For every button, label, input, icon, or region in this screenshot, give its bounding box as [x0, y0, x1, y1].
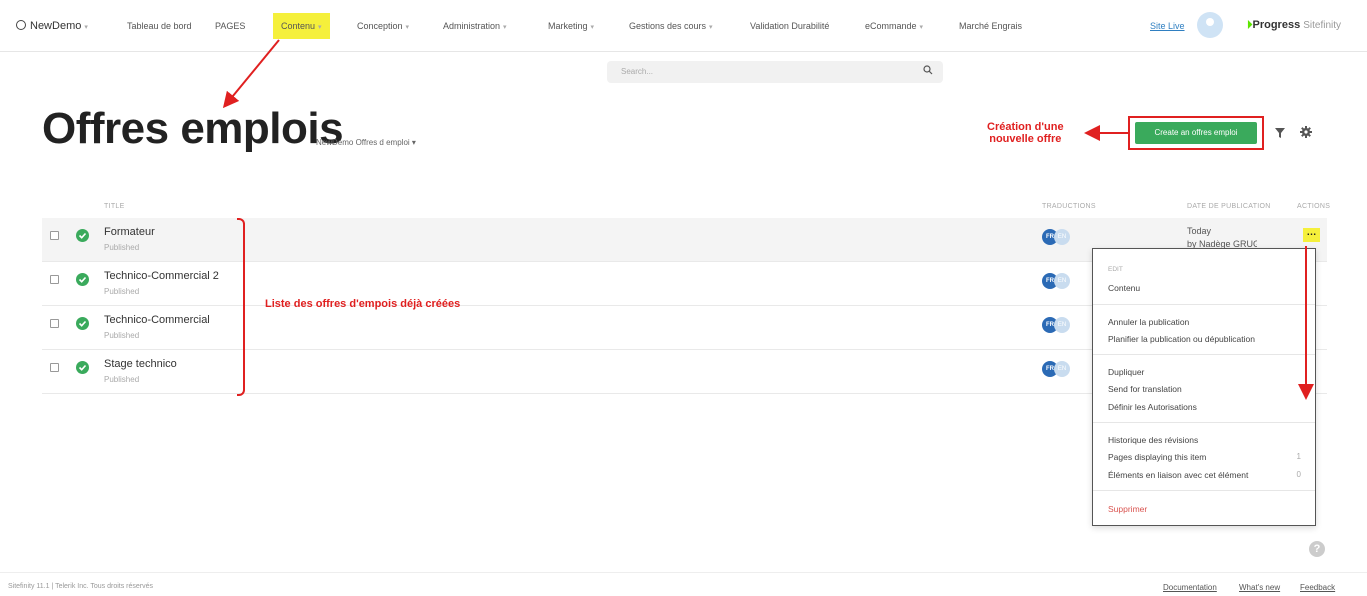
- actions-dropdown-menu: EDIT Contenu Annuler la publication Plan…: [1092, 248, 1316, 526]
- row-checkbox[interactable]: [50, 363, 59, 372]
- create-button-highlight: Create an offres emploi: [1128, 116, 1264, 150]
- site-live-link[interactable]: Site Live: [1150, 0, 1185, 52]
- published-check-icon: [76, 229, 89, 242]
- column-header-actions: ACTIONS: [1297, 203, 1331, 210]
- item-title-link[interactable]: Technico-Commercial 2: [104, 270, 219, 282]
- footer-link-whats-new[interactable]: What's new: [1239, 583, 1280, 592]
- nav-item-courses[interactable]: Gestions des cours ▾: [629, 0, 713, 52]
- footer: Sitefinity 11.1 | Telerik Inc. Tous droi…: [0, 572, 1367, 596]
- menu-item-duplicate[interactable]: Dupliquer: [1108, 367, 1144, 377]
- translation-en-badge[interactable]: EN: [1054, 317, 1070, 333]
- menu-divider: [1093, 354, 1315, 355]
- translation-en-badge[interactable]: EN: [1054, 361, 1070, 377]
- item-title-link[interactable]: Technico-Commercial: [104, 314, 210, 326]
- help-icon[interactable]: ?: [1309, 541, 1325, 557]
- chevron-down-icon: ▾: [84, 24, 88, 31]
- search-icon: [923, 65, 933, 75]
- chevron-down-icon: ▾: [503, 24, 507, 31]
- item-status: Published: [104, 243, 140, 252]
- nav-item-pages[interactable]: PAGES: [215, 0, 245, 52]
- footer-link-documentation[interactable]: Documentation: [1163, 583, 1217, 592]
- related-count: 0: [1296, 470, 1301, 479]
- item-status: Published: [104, 331, 140, 340]
- module-selector-label: NewDemo Offres d emploi: [316, 138, 410, 147]
- nav-item-ecommerce-label: eCommande: [865, 21, 917, 31]
- menu-item-send-translation[interactable]: Send for translation: [1108, 384, 1182, 394]
- list-bracket-annotation: [237, 218, 245, 396]
- column-header-title[interactable]: TITLE: [104, 203, 125, 210]
- menu-item-pages-displaying[interactable]: Pages displaying this item: [1108, 452, 1206, 462]
- chevron-down-icon: ▾: [709, 24, 713, 31]
- item-title-link[interactable]: Formateur: [104, 226, 155, 238]
- menu-divider: [1093, 490, 1315, 491]
- nav-item-marketing-label: Marketing: [548, 21, 588, 31]
- menu-item-related[interactable]: Éléments en liaison avec cet élément: [1108, 470, 1248, 480]
- menu-divider: [1093, 422, 1315, 423]
- published-check-icon: [76, 361, 89, 374]
- nav-item-content[interactable]: Contenu ▾: [273, 13, 330, 39]
- page-title: Offres emplois: [42, 104, 344, 153]
- menu-header-edit: EDIT: [1108, 266, 1123, 273]
- menu-item-history[interactable]: Historique des révisions: [1108, 435, 1198, 445]
- nav-item-marketing[interactable]: Marketing ▾: [548, 0, 594, 52]
- nav-item-dashboard[interactable]: Tableau de bord: [127, 0, 192, 52]
- nav-item-design[interactable]: Conception ▾: [357, 0, 409, 52]
- footer-link-feedback[interactable]: Feedback: [1300, 583, 1335, 592]
- translation-en-badge[interactable]: EN: [1054, 229, 1070, 245]
- publication-date: Today: [1187, 226, 1212, 236]
- list-annotation: Liste des offres d'empois déjà créées: [265, 298, 461, 310]
- filter-icon[interactable]: [1275, 128, 1285, 138]
- search-placeholder: Search...: [621, 67, 654, 76]
- menu-item-delete[interactable]: Supprimer: [1108, 504, 1147, 514]
- column-header-date[interactable]: DATE DE PUBLICATION: [1187, 203, 1271, 210]
- create-offer-button[interactable]: Create an offres emploi: [1135, 122, 1257, 144]
- module-selector[interactable]: NewDemo Offres d emploi ▾: [316, 138, 416, 147]
- globe-icon: [16, 20, 26, 30]
- menu-item-unpublish[interactable]: Annuler la publication: [1108, 317, 1189, 327]
- chevron-down-icon: ▾: [590, 24, 595, 31]
- create-annotation: Création d'une nouvelle offre: [987, 121, 1064, 145]
- top-navigation: NewDemo ▾ Tableau de bord PAGES Contenu ▾ …: [0, 0, 1367, 52]
- chevron-down-icon: ▾: [919, 24, 924, 31]
- logo-label: Progress: [1252, 19, 1301, 31]
- footer-copyright: Sitefinity 11.1 | Telerik Inc. Tous droi…: [8, 583, 153, 590]
- nav-item-ecommerce[interactable]: eCommande ▾: [865, 0, 923, 52]
- nav-item-administration[interactable]: Administration ▾: [443, 0, 507, 52]
- menu-item-schedule[interactable]: Planifier la publication ou dépublicatio…: [1108, 334, 1255, 344]
- row-checkbox[interactable]: [50, 275, 59, 284]
- row-checkbox[interactable]: [50, 231, 59, 240]
- logo-suffix: Sitefinity: [1303, 20, 1342, 31]
- brand-label: NewDemo: [30, 20, 82, 32]
- menu-divider: [1093, 304, 1315, 305]
- user-avatar[interactable]: [1197, 12, 1223, 38]
- item-status: Published: [104, 375, 140, 384]
- row-checkbox[interactable]: [50, 319, 59, 328]
- published-check-icon: [76, 317, 89, 330]
- menu-item-content[interactable]: Contenu: [1108, 283, 1140, 293]
- search-input[interactable]: Search...: [607, 61, 943, 83]
- actions-menu-button[interactable]: …: [1303, 228, 1320, 242]
- create-annotation-line1: Création d'une: [987, 121, 1064, 133]
- chevron-down-icon: ▾: [411, 138, 416, 147]
- nav-item-courses-label: Gestions des cours: [629, 21, 707, 31]
- translation-en-badge[interactable]: EN: [1054, 273, 1070, 289]
- menu-item-permissions[interactable]: Définir les Autorisations: [1108, 402, 1197, 412]
- nav-item-content-label: Contenu: [281, 21, 316, 31]
- chevron-down-icon: ▾: [318, 24, 322, 31]
- site-selector[interactable]: NewDemo ▾: [16, 0, 88, 52]
- published-check-icon: [76, 273, 89, 286]
- nav-item-fertilizer[interactable]: Marché Engrais: [959, 0, 1022, 52]
- nav-item-administration-label: Administration: [443, 21, 501, 31]
- nav-item-design-label: Conception: [357, 21, 403, 31]
- progress-logo: ⏵Progress Sitefinity: [1247, 19, 1341, 32]
- gear-icon[interactable]: [1300, 126, 1312, 138]
- pages-displaying-count: 1: [1296, 452, 1301, 461]
- nav-item-durability[interactable]: Validation Durabilité: [750, 0, 829, 52]
- column-header-translations: TRADUCTIONS: [1042, 203, 1096, 210]
- item-title-link[interactable]: Stage technico: [104, 358, 177, 370]
- item-status: Published: [104, 287, 140, 296]
- chevron-down-icon: ▾: [405, 24, 410, 31]
- create-annotation-line2: nouvelle offre: [989, 133, 1062, 145]
